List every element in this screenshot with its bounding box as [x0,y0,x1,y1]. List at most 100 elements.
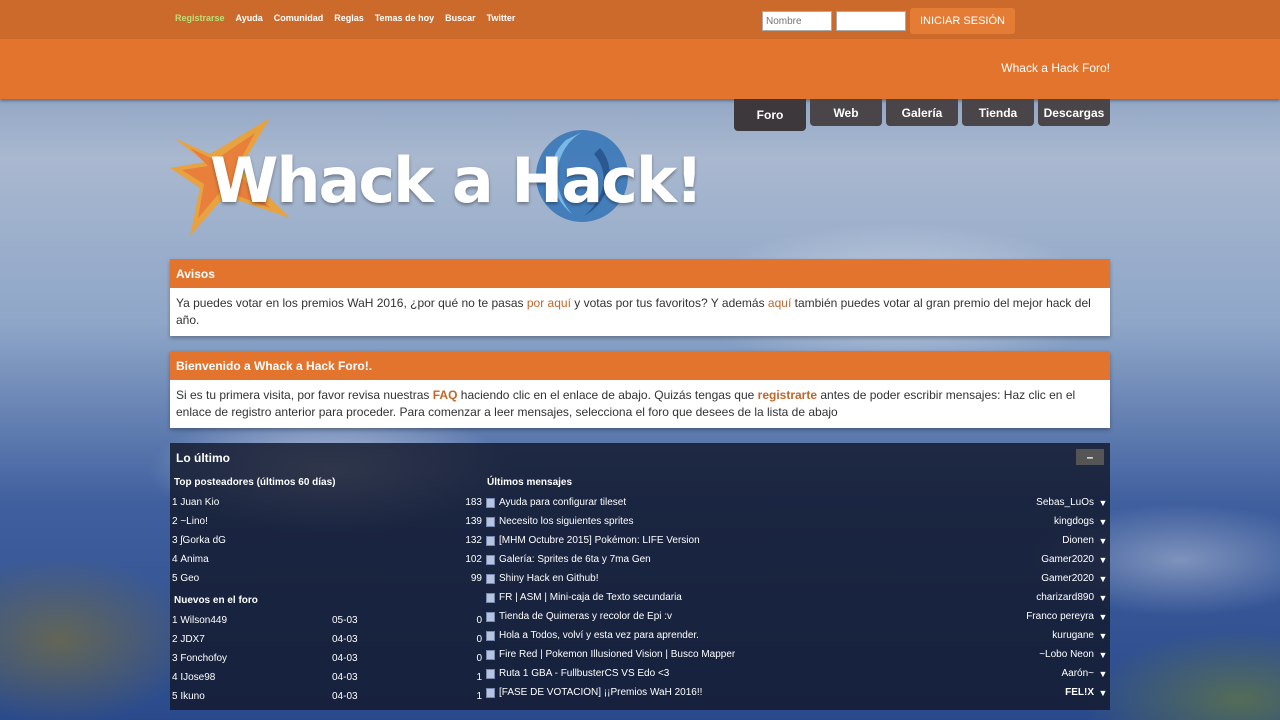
poster-name-link[interactable]: kingdogs [1054,516,1094,527]
new-member-name[interactable]: 3 Fonchofoy [172,653,332,664]
thread-title-link[interactable]: Tienda de Quimeras y recolor de Epi :v [499,611,1026,622]
members-column: Top posteadores (últimos 60 días) 1 Juan… [170,473,484,706]
dropdown-arrow-icon[interactable]: ▼ [1098,498,1108,508]
top-poster-name[interactable]: 4 Ánima [172,554,452,565]
dropdown-arrow-icon[interactable]: ▼ [1098,517,1108,527]
nav-twitter-link[interactable]: Twitter [487,13,516,23]
login-form: INICIAR SESIÓN [762,8,1015,34]
welcome-text: Si es tu primera visita, por favor revis… [176,388,433,402]
new-member-name[interactable]: 5 Ikuno [172,691,332,702]
thread-title-link[interactable]: FR | ASM | Mini-caja de Texto secundaria [499,592,1036,603]
top-poster-row: 1 Juan Kio 183 [170,493,484,512]
thread-title-link[interactable]: [MHM Octubre 2015] Pokémon: LIFE Version [499,535,1062,546]
tab-downloads[interactable]: Descargas [1038,99,1110,126]
welcome-title: Bienvenido a Whack a Hack Foro!. [170,351,1110,380]
password-input[interactable] [836,11,906,31]
top-poster-count: 183 [465,497,482,508]
thread-title-link[interactable]: Ruta 1 GBA - FullbusterCS VS Edo <3 [499,668,1061,679]
new-member-date: 04-03 [332,634,358,645]
new-member-name[interactable]: 4 IJose98 [172,672,332,683]
poster-name-link[interactable]: Gamer2020 [1041,554,1094,565]
thread-title-link[interactable]: [FASE DE VOTACIÓN] ¡¡Premios WaH 2016!! [499,687,1065,698]
thread-title-link[interactable]: Necesito los siguientes sprites [499,516,1054,527]
new-member-row: 2 JDX7 04-03 0 [170,630,484,649]
site-header: Whack a Hack Foro! [0,39,1280,99]
thread-title-link[interactable]: Hola a Todos, volví y esta vez para apre… [499,630,1052,641]
poster-name-link[interactable]: Dionen [1062,535,1094,546]
tab-forum[interactable]: Foro [734,99,806,131]
dropdown-arrow-icon[interactable]: ▼ [1098,631,1108,641]
nav-register-link[interactable]: Registrarse [175,13,225,23]
top-poster-name[interactable]: 1 Juan Kio [172,497,452,508]
latest-activity-panel: Lo último – Top posteadores (últimos 60 … [170,443,1110,710]
thread-title-link[interactable]: Galería: Sprites de 6ta y 7ma Gen [499,554,1041,565]
top-posters-list: 1 Juan Kio 183 2 ~Lino! 139 3 ʃGorka dG 132 4 … [170,493,484,588]
username-input[interactable] [762,11,832,31]
tab-gallery[interactable]: Galería [886,99,958,126]
announcements-body: Ya puedes votar en los premios WaH 2016,… [170,288,1110,336]
poster-name-link[interactable]: Aarón~ [1061,668,1094,679]
top-nav: Registrarse Ayuda Comunidad Reglas Temas… [175,13,515,23]
vote-here-link[interactable]: por aquí [527,296,571,310]
latest-post-row: [MHM Octubre 2015] Pokémon: LIFE Version… [484,531,1110,550]
nav-todays-topics-link[interactable]: Temas de hoy [375,13,434,23]
latest-post-row: Necesito los siguientes sprites kingdogs ▼ [484,512,1110,531]
poster-name-link[interactable]: FEL!X [1065,687,1094,698]
dropdown-arrow-icon[interactable]: ▼ [1098,555,1108,565]
dropdown-arrow-icon[interactable]: ▼ [1098,650,1108,660]
site-logo[interactable]: Whack a Hack! [170,118,703,238]
thread-title-link[interactable]: Ayuda para configurar tileset [499,497,1036,508]
collapse-button[interactable]: – [1076,449,1104,465]
poster-name-link[interactable]: Franco pereyra [1026,611,1094,622]
post-icon [486,592,495,603]
top-posters-title: Top posteadores (últimos 60 días) [174,477,336,488]
tab-web[interactable]: Web [810,99,882,126]
thread-title-link[interactable]: Fire Red | Pokemon Illusioned Vision | B… [499,649,1039,660]
top-poster-name[interactable]: 2 ~Lino! [172,516,452,527]
welcome-body: Si es tu primera visita, por favor revis… [170,380,1110,428]
new-member-post-count: 1 [476,691,482,702]
grand-prize-link[interactable]: aquí [768,296,791,310]
announcements-title: Avisos [170,259,1110,288]
thread-title-link[interactable]: Shiny Hack en Github! [499,573,1041,584]
poster-name-link[interactable]: charizard890 [1036,592,1094,603]
latest-header: Lo último – [170,443,1110,472]
nav-rules-link[interactable]: Reglas [334,13,364,23]
top-poster-count: 139 [465,516,482,527]
poster-name-link[interactable]: ~Lobo Neon [1039,649,1094,660]
new-members-list: 1 Wilson449 05-03 0 2 JDX7 04-03 0 3 Fonchofoy… [170,611,484,706]
top-poster-row: 4 Ánima 102 [170,550,484,569]
faq-link[interactable]: FAQ [433,388,458,402]
top-poster-name[interactable]: 5 Geo [172,573,452,584]
new-member-name[interactable]: 1 Wilson449 [172,615,332,626]
new-member-row: 1 Wilson449 05-03 0 [170,611,484,630]
new-member-date: 04-03 [332,653,358,664]
latest-post-row: Galería: Sprites de 6ta y 7ma Gen Gamer20… [484,550,1110,569]
poster-name-link[interactable]: Sebas_LuOs [1036,497,1094,508]
tab-store[interactable]: Tienda [962,99,1034,126]
new-member-name[interactable]: 2 JDX7 [172,634,332,645]
latest-post-row: Hola a Todos, volví y esta vez para apre… [484,626,1110,645]
nav-help-link[interactable]: Ayuda [236,13,263,23]
latest-posts-column: Últimos mensajes Ayuda para configurar t… [484,473,1110,702]
new-member-post-count: 0 [476,615,482,626]
login-button[interactable]: INICIAR SESIÓN [910,8,1015,34]
dropdown-arrow-icon[interactable]: ▼ [1098,574,1108,584]
nav-search-link[interactable]: Buscar [445,13,476,23]
latest-post-row: Shiny Hack en Github! Gamer2020 ▼ [484,569,1110,588]
top-poster-name[interactable]: 3 ʃGorka dG [172,535,452,546]
latest-post-row: Ayuda para configurar tileset Sebas_LuOs ▼ [484,493,1110,512]
top-poster-count: 102 [465,554,482,565]
poster-name-link[interactable]: kurugane [1052,630,1094,641]
register-link[interactable]: registrarte [758,388,817,402]
dropdown-arrow-icon[interactable]: ▼ [1098,536,1108,546]
dropdown-arrow-icon[interactable]: ▼ [1098,593,1108,603]
dropdown-arrow-icon[interactable]: ▼ [1098,612,1108,622]
announcements-panel: Avisos Ya puedes votar en los premios Wa… [170,259,1110,336]
nav-community-link[interactable]: Comunidad [274,13,324,23]
dropdown-arrow-icon[interactable]: ▼ [1098,688,1108,698]
post-icon [486,497,495,508]
post-icon [486,687,495,698]
poster-name-link[interactable]: Gamer2020 [1041,573,1094,584]
dropdown-arrow-icon[interactable]: ▼ [1098,669,1108,679]
